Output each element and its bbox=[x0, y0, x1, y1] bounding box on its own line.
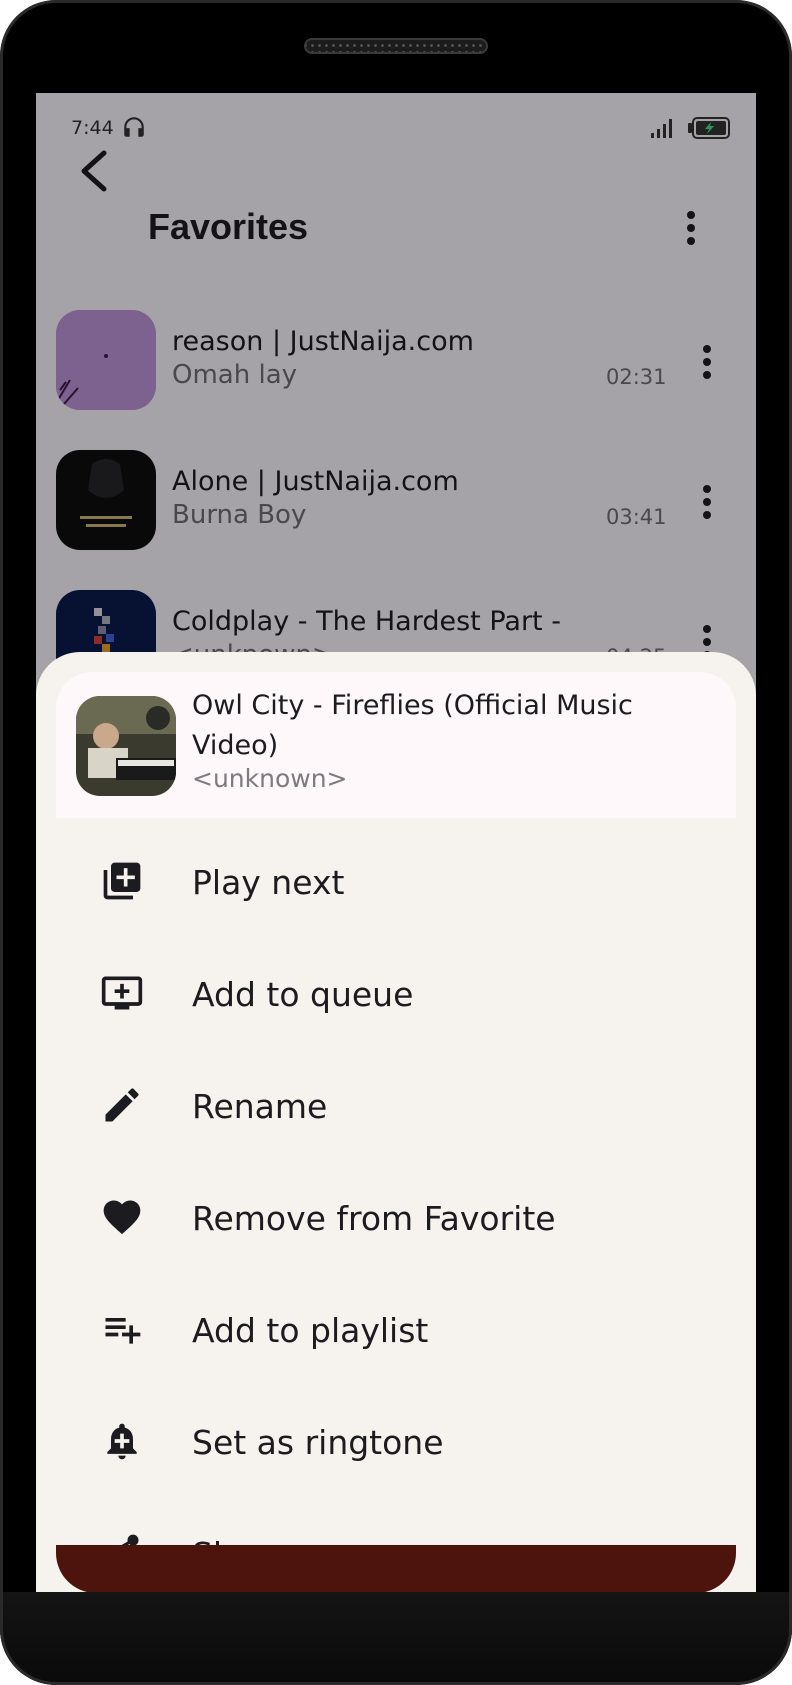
menu-label: Rename bbox=[192, 1087, 328, 1126]
add-to-queue-icon bbox=[101, 976, 143, 1010]
app-screen: 7:44 Favorites reason | JustNaija.com Om… bbox=[36, 93, 756, 1593]
phone-chin bbox=[0, 1592, 792, 1685]
heart-icon bbox=[103, 1200, 141, 1235]
sheet-song-title: Owl City - Fireflies (Official Music Vid… bbox=[192, 690, 633, 761]
menu-item-add-to-queue[interactable]: Add to queue bbox=[36, 936, 756, 1048]
sheet-text: Owl City - Fireflies (Official Music Vid… bbox=[56, 672, 736, 818]
phone-frame: 7:44 Favorites reason | JustNaija.com Om… bbox=[0, 0, 792, 1685]
menu-label: Play next bbox=[192, 863, 345, 902]
mini-player-bar[interactable] bbox=[56, 1545, 736, 1593]
menu-item-add-to-playlist[interactable]: Add to playlist bbox=[36, 1272, 756, 1384]
menu-label: Set as ringtone bbox=[192, 1423, 444, 1462]
sheet-song-header: Owl City - Fireflies (Official Music Vid… bbox=[56, 672, 736, 818]
menu-item-set-ringtone[interactable]: Set as ringtone bbox=[36, 1384, 756, 1496]
menu-label: Remove from Favorite bbox=[192, 1199, 556, 1238]
bottom-sheet: Owl City - Fireflies (Official Music Vid… bbox=[36, 652, 756, 1593]
menu-item-remove-favorite[interactable]: Remove from Favorite bbox=[36, 1160, 756, 1272]
menu-label: Add to queue bbox=[192, 975, 414, 1014]
menu-label: Add to playlist bbox=[192, 1311, 429, 1350]
edit-pencil-icon bbox=[105, 1088, 139, 1122]
menu-item-rename[interactable]: Rename bbox=[36, 1048, 756, 1160]
menu-item-play-next[interactable]: Play next bbox=[36, 824, 756, 936]
queue-play-next-icon bbox=[103, 862, 141, 900]
sheet-song-artist: <unknown> bbox=[192, 764, 348, 793]
playlist-add-icon bbox=[105, 1318, 141, 1344]
speaker-grille bbox=[304, 38, 488, 54]
ringtone-bell-icon bbox=[107, 1423, 137, 1460]
